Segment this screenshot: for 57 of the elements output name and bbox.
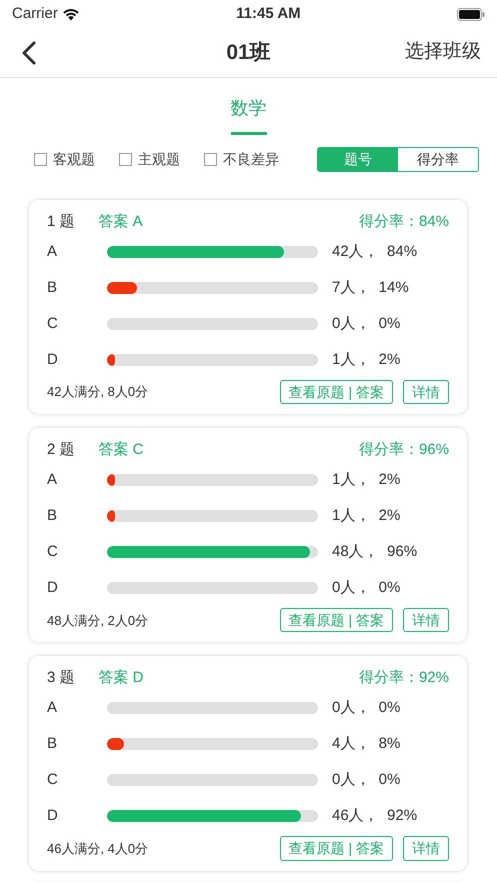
- checkbox[interactable]: [204, 153, 217, 166]
- option-letter: C: [47, 314, 59, 334]
- checkbox[interactable]: [119, 153, 132, 166]
- view-question-button[interactable]: 查看原题 | 答案: [280, 836, 393, 861]
- score-summary: 48人满分, 2人0分: [47, 612, 148, 630]
- option-letter: A: [47, 698, 58, 718]
- score-rate: 得分率：84%: [358, 212, 449, 232]
- details-button[interactable]: 详情: [403, 608, 449, 632]
- option-count: 48人， 96%: [332, 542, 418, 562]
- answer-label: 答案 C: [98, 440, 144, 460]
- question-number: 1 题: [47, 212, 75, 232]
- option-letter: D: [47, 350, 59, 370]
- option-letter: B: [47, 734, 58, 754]
- option-letter: A: [47, 242, 58, 262]
- option-letter: D: [47, 578, 59, 598]
- score-rate: 得分率：96%: [358, 440, 449, 460]
- option-count: 0人， 0%: [332, 698, 400, 718]
- back-icon[interactable]: [22, 40, 36, 64]
- select-class-button[interactable]: 选择班级: [405, 38, 481, 67]
- option-count: 0人， 0%: [332, 314, 400, 334]
- filter-label: 主观题: [138, 150, 180, 169]
- score-rate: 得分率：92%: [358, 668, 449, 688]
- score-summary: 46人满分, 4人0分: [47, 840, 148, 858]
- filter-label: 不良差异: [223, 150, 279, 169]
- option-count: 1人， 2%: [332, 350, 400, 370]
- option-letter: D: [47, 806, 59, 826]
- option-count: 7人， 14%: [332, 278, 409, 298]
- answer-label: 答案 D: [98, 668, 144, 688]
- carrier-label: Carrier: [12, 4, 58, 24]
- page-title: 01班: [226, 40, 271, 66]
- question-number: 3 题: [47, 668, 75, 688]
- filter-label: 客观题: [53, 150, 95, 169]
- option-letter: B: [47, 278, 58, 298]
- option-count: 42人， 84%: [332, 242, 418, 262]
- option-letter: B: [47, 506, 58, 526]
- details-button[interactable]: 详情: [403, 380, 449, 404]
- option-count: 4人， 8%: [332, 734, 400, 754]
- score-summary: 42人满分, 8人0分: [47, 383, 148, 402]
- sort-tab[interactable]: 题号: [318, 148, 398, 171]
- option-count: 0人， 0%: [332, 770, 400, 790]
- view-question-button[interactable]: 查看原题 | 答案: [280, 380, 393, 404]
- option-count: 1人， 2%: [332, 506, 400, 526]
- option-letter: C: [47, 542, 59, 562]
- status-time: 11:45 AM: [236, 4, 301, 24]
- option-count: 1人， 2%: [332, 470, 400, 490]
- option-count: 0人， 0%: [332, 578, 400, 598]
- subject-tab[interactable]: 数学: [230, 95, 266, 135]
- checkbox[interactable]: [34, 153, 47, 166]
- wifi-icon: [62, 8, 80, 20]
- answer-label: 答案 A: [98, 212, 143, 232]
- details-button[interactable]: 详情: [403, 836, 449, 861]
- option-count: 46人， 92%: [332, 806, 418, 826]
- option-letter: A: [47, 470, 58, 490]
- option-letter: C: [47, 770, 59, 790]
- question-number: 2 题: [47, 440, 75, 460]
- battery-icon: [456, 8, 485, 20]
- view-question-button[interactable]: 查看原题 | 答案: [280, 608, 393, 632]
